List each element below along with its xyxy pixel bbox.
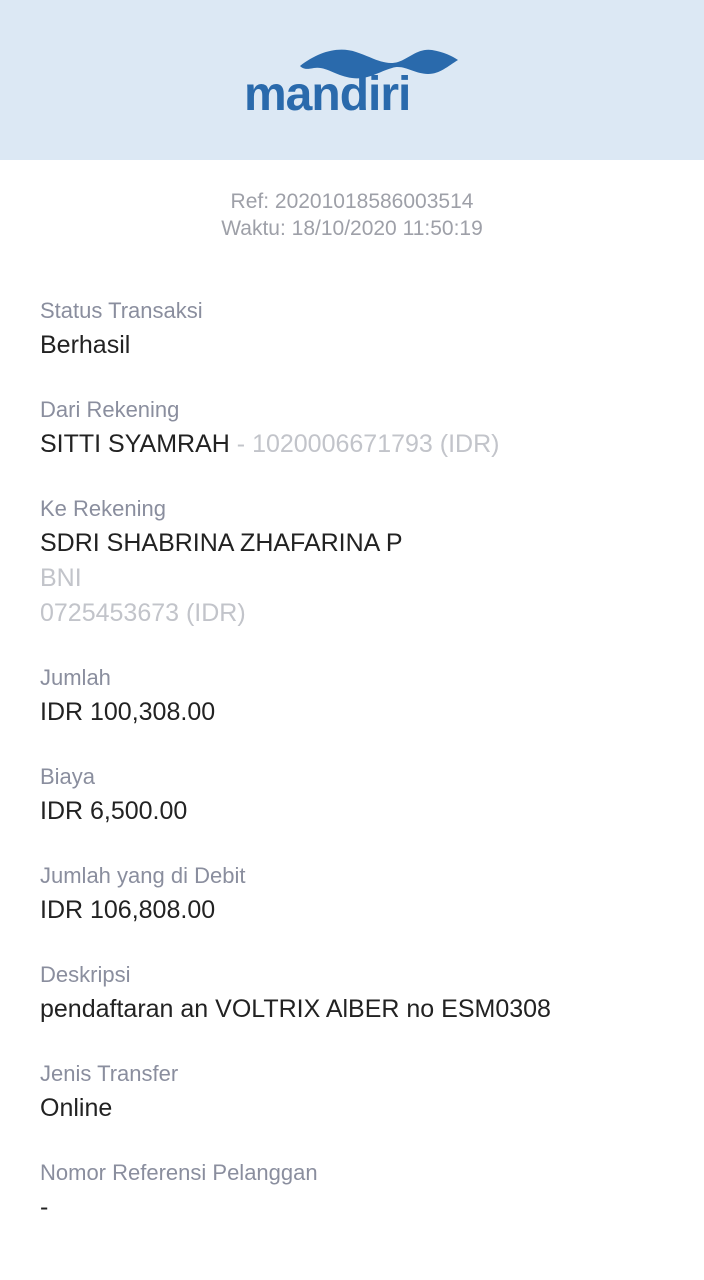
amount-label: Jumlah	[40, 665, 111, 690]
description-label: Deskripsi	[40, 962, 131, 987]
customer-ref-label: Nomor Referensi Pelanggan	[40, 1160, 318, 1185]
mandiri-logo: mandiri	[244, 49, 458, 121]
status-value: Berhasil	[40, 331, 131, 359]
from-account-number: 1020006671793 (IDR)	[252, 430, 500, 458]
to-account-bank: BNI	[40, 564, 82, 592]
from-account-name: SITTI SYAMRAH	[40, 430, 230, 458]
customer-ref-value: -	[40, 1193, 49, 1221]
header: mandiri	[0, 0, 704, 160]
field-transfer-type: Jenis Transfer Online	[40, 1059, 680, 1125]
mandiri-wordmark: mandiri	[244, 68, 410, 121]
field-debited: Jumlah yang di Debit IDR 106,808.00	[40, 861, 680, 927]
fee-value: IDR 6,500.00	[40, 797, 188, 825]
to-account-label: Ke Rekening	[40, 496, 166, 521]
reference-number: Ref: 20201018586003514	[230, 190, 474, 213]
description-value: pendaftaran an VOLTRIX AlBER no ESM0308	[40, 995, 551, 1023]
transfer-type-label: Jenis Transfer	[40, 1061, 179, 1086]
from-account-separator: -	[229, 430, 253, 458]
field-customer-ref: Nomor Referensi Pelanggan -	[40, 1158, 680, 1224]
from-account-value: SITTI SYAMRAH - 1020006671793 (IDR)	[40, 427, 680, 461]
from-account-label: Dari Rekening	[40, 397, 180, 422]
field-to-account: Ke Rekening SDRI SHABRINA ZHAFARINA P BN…	[40, 494, 680, 630]
field-from-account: Dari Rekening SITTI SYAMRAH - 1020006671…	[40, 395, 680, 461]
transfer-type-value: Online	[40, 1094, 113, 1122]
fee-label: Biaya	[40, 764, 96, 789]
debited-label: Jumlah yang di Debit	[40, 863, 246, 888]
field-fee: Biaya IDR 6,500.00	[40, 762, 680, 828]
reference-block: Ref: 20201018586003514 Waktu: 18/10/2020…	[0, 188, 704, 242]
amount-value: IDR 100,308.00	[40, 698, 216, 726]
to-account-number: 0725453673 (IDR)	[40, 599, 246, 627]
field-description: Deskripsi pendaftaran an VOLTRIX AlBER n…	[40, 960, 680, 1026]
field-amount: Jumlah IDR 100,308.00	[40, 663, 680, 729]
field-status: Status Transaksi Berhasil	[40, 296, 680, 362]
debited-value: IDR 106,808.00	[40, 896, 216, 924]
transaction-time: Waktu: 18/10/2020 11:50:19	[221, 217, 483, 240]
to-account-name: SDRI SHABRINA ZHAFARINA P	[40, 529, 403, 557]
status-label: Status Transaksi	[40, 298, 203, 323]
